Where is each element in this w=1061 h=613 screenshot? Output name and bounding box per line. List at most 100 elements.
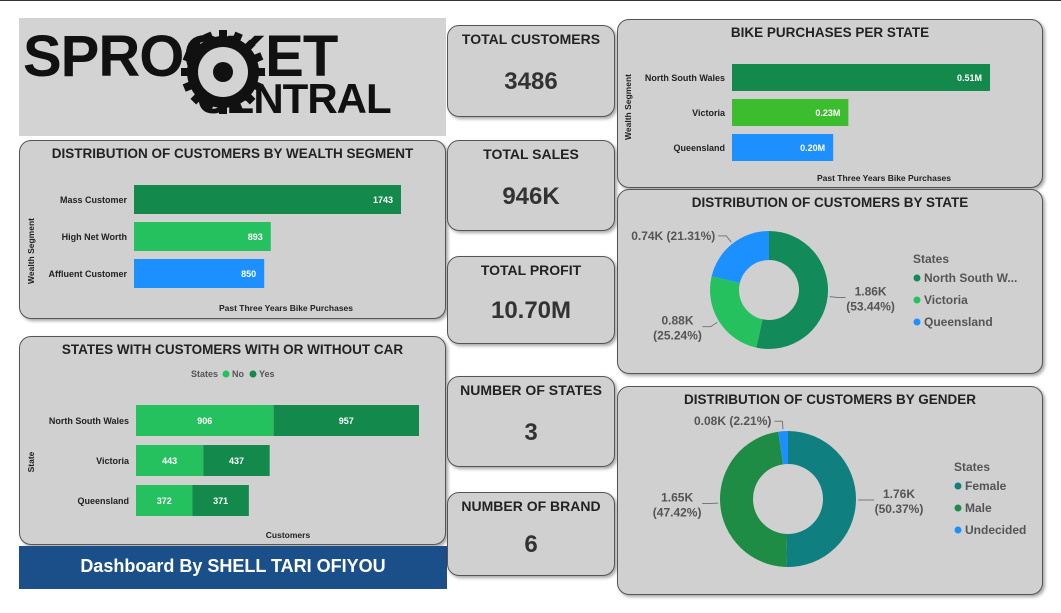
car-y-axis-label: State (26, 451, 36, 472)
category-label-queensland: Queensland (77, 496, 129, 506)
gear-tooth (219, 104, 227, 114)
purchases-chart: Wealth Segment Past Three Years Bike Pur… (623, 64, 990, 183)
data-label-north-south-wales: 0.51M (957, 73, 982, 83)
slice-victoria[interactable] (710, 276, 763, 348)
gender-donut-chart: 1.76K(50.37%) 1.65K(47.42%) 0.08K (2.21%) S… (653, 414, 1026, 567)
data-label-victoria-no: 443 (162, 456, 177, 466)
wealth-y-axis-label: Wealth Segment (26, 218, 36, 284)
purchases-x-axis-label: Past Three Years Bike Purchases (817, 173, 951, 183)
leader-line-undecided (774, 420, 784, 430)
wealth-x-axis-label: Past Three Years Bike Purchases (219, 303, 353, 313)
kpi-number-of-states-value: 3 (524, 419, 538, 446)
leader-line-north-south-w (829, 296, 846, 298)
data-label-value-female: 1.76K (883, 487, 915, 501)
kpi-total-profit-label: TOTAL PROFIT (480, 262, 582, 278)
data-label-mass-customer: 1743 (373, 195, 393, 205)
data-label-queensland-no: 372 (157, 496, 172, 506)
kpi-total-customers-value: 3486 (504, 68, 558, 95)
top-border-line (0, 0, 1061, 1)
category-label-north-south-wales: North South Wales (49, 416, 129, 426)
legend-title: States (954, 460, 990, 474)
data-label-value-victoria: 0.88K (662, 314, 694, 328)
car-ownership-panel: STATES WITH CUSTOMERS WITH OR WITHOUT CA… (19, 336, 446, 545)
legend-title: States (913, 252, 949, 266)
kpi-number-of-states: NUMBER OF STATES 3 (447, 376, 615, 467)
legend-label-female[interactable]: Female (965, 479, 1007, 493)
gear-tooth (219, 30, 227, 40)
category-label-north-south-wales: North South Wales (645, 73, 725, 83)
category-label-victoria: Victoria (96, 456, 130, 466)
data-label-percent-male: (47.42%) (653, 506, 702, 520)
sprocket-central-logo: SPROCKET CENTRAL (19, 18, 446, 136)
data-label-percent-female: (50.37%) (875, 502, 924, 516)
purchases-y-axis-label: Wealth Segment (623, 74, 633, 140)
leader-line-victoria (702, 321, 718, 328)
data-label-undecided: 0.08K (2.21%) (694, 414, 771, 428)
kpi-number-of-brand-label: NUMBER OF BRAND (461, 498, 601, 514)
sprocket-gear-icon (181, 30, 265, 114)
category-label-mass-customer: Mass Customer (60, 195, 128, 205)
car-legend-no[interactable]: No (222, 369, 245, 379)
data-label-queensland: 0.20M (800, 143, 825, 153)
legend-label-male[interactable]: Male (965, 501, 992, 515)
kpi-total-customers-label: TOTAL CUSTOMERS (461, 31, 601, 47)
data-label-percent-north-south-w: (53.44%) (846, 299, 895, 313)
category-label-victoria: Victoria (692, 108, 726, 118)
car-legend-yes[interactable]: Yes (249, 369, 275, 379)
dashboard-author-banner: Dashboard By SHELL TARI OFIYOU (19, 546, 447, 589)
logo-graphic: SPROCKET CENTRAL (23, 24, 392, 122)
car-legend-title: States (191, 369, 218, 379)
gear-tooth (255, 68, 265, 76)
car-x-axis-label: Customers (266, 530, 311, 540)
kpi-number-of-brand: NUMBER OF BRAND 6 (447, 492, 615, 576)
data-label-queensland-yes: 371 (213, 496, 228, 506)
data-label-north-south-wales-no: 906 (197, 416, 212, 426)
legend-dot-victoria (913, 296, 921, 304)
legend-label-yes: Yes (259, 369, 275, 379)
leader-line-queensland (718, 235, 732, 243)
kpi-total-sales: TOTAL SALES 946K (447, 140, 615, 231)
legend-label-undecided[interactable]: Undecided (965, 523, 1026, 537)
legend-dot-north-south-w (913, 274, 921, 282)
category-label-affluent-customer: Affluent Customer (49, 269, 128, 279)
kpi-number-of-brand-value: 6 (524, 531, 538, 558)
data-label-value-north-south-w: 1.86K (855, 284, 887, 298)
slice-queensland[interactable] (711, 231, 769, 284)
gear-tooth (181, 68, 191, 76)
data-label-queensland: 0.74K (21.31%) (631, 229, 715, 243)
data-label-north-south-wales-yes: 957 (339, 416, 354, 426)
kpi-total-sales-label: TOTAL SALES (483, 146, 579, 162)
legend-label-queensland[interactable]: Queensland (924, 315, 993, 329)
legend-dot-queensland (913, 318, 921, 326)
legend-label-north-south-w[interactable]: North South W... (924, 271, 1017, 285)
data-label-high-net-worth: 893 (248, 232, 263, 242)
data-label-affluent-customer: 850 (241, 269, 256, 279)
car-chart: States No Yes State Customers North Sout… (26, 369, 419, 540)
data-label-value-male: 1.65K (661, 491, 693, 505)
legend-label-victoria[interactable]: Victoria (924, 293, 968, 307)
data-label-victoria: 0.23M (815, 108, 840, 118)
legend-dot-female (954, 482, 962, 490)
bar-north-south-wales[interactable] (732, 64, 990, 91)
kpi-total-profit: TOTAL PROFIT 10.70M (447, 256, 615, 344)
data-label-victoria-yes: 437 (229, 456, 244, 466)
wealth-chart: Wealth Segment Past Three Years Bike Pur… (26, 185, 401, 313)
bike-purchases-panel: BIKE PURCHASES PER STATE Wealth Segment … (617, 19, 1043, 188)
state-distribution-panel: DISTRIBUTION OF CUSTOMERS BY STATE 1.86K… (617, 189, 1043, 374)
legend-dot-male (954, 504, 962, 512)
category-label-high-net-worth: High Net Worth (62, 232, 127, 242)
gender-distribution-panel: DISTRIBUTION OF CUSTOMERS BY GENDER 1.76… (617, 386, 1043, 595)
data-label-percent-victoria: (25.24%) (653, 329, 702, 343)
slice-male[interactable] (720, 431, 788, 567)
legend-dot-undecided (954, 526, 962, 534)
kpi-total-customers: TOTAL CUSTOMERS 3486 (447, 25, 615, 117)
bar-mass-customer[interactable] (134, 185, 401, 214)
legend-dot-yes (249, 370, 257, 378)
state-donut-chart: 1.86K(53.44%) 0.88K(25.24%) 0.74K (21.31%)… (631, 229, 1017, 349)
slice-female[interactable] (786, 431, 857, 567)
legend-dot-no (222, 370, 230, 378)
kpi-number-of-states-label: NUMBER OF STATES (460, 382, 602, 398)
legend-label-no: No (232, 369, 244, 379)
wealth-segment-panel: DISTRIBUTION OF CUSTOMERS BY WEALTH SEGM… (19, 140, 446, 319)
category-label-queensland: Queensland (673, 143, 725, 153)
